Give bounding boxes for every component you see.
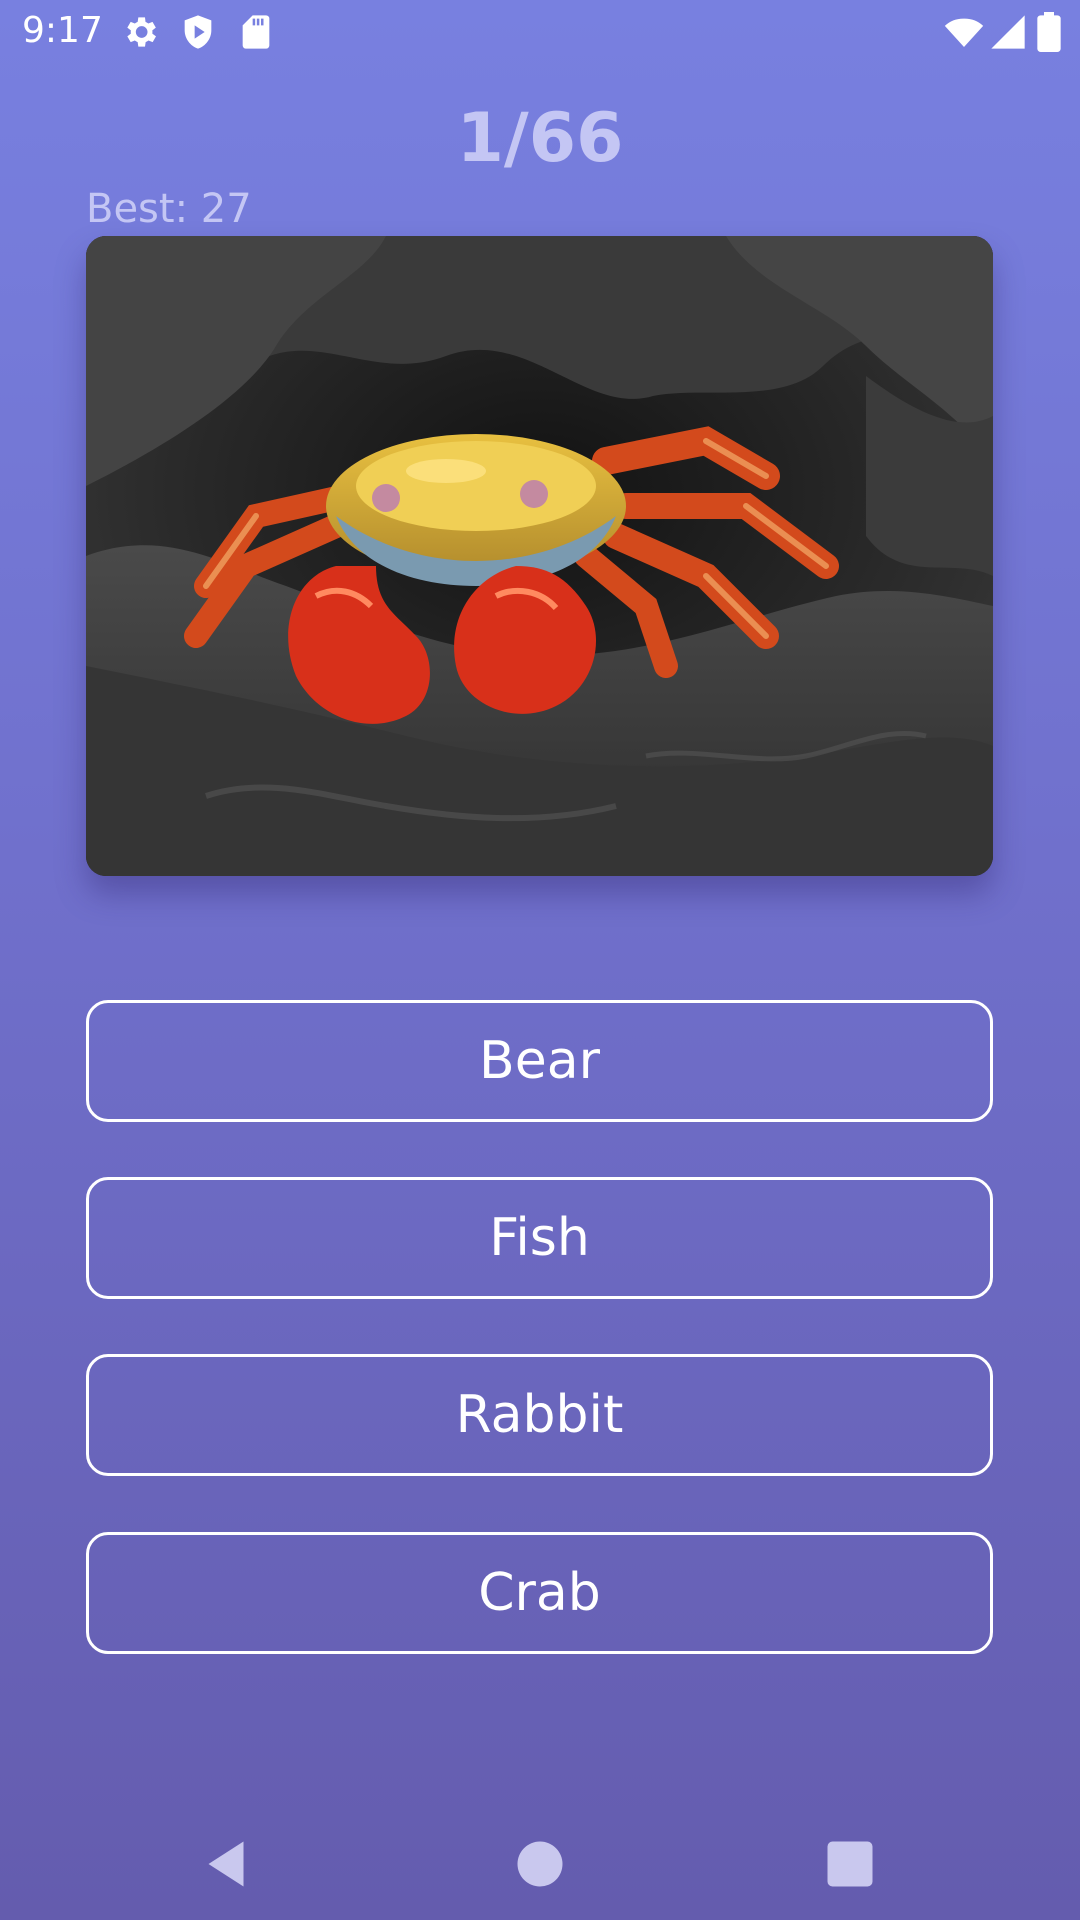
answer-label: Crab <box>478 1563 601 1623</box>
answer-button-crab[interactable]: Crab <box>86 1532 993 1654</box>
best-score-value: 27 <box>200 186 252 232</box>
answer-label: Bear <box>479 1031 600 1091</box>
crab-photo <box>86 236 993 876</box>
answer-label: Fish <box>489 1208 590 1268</box>
question-progress: 1/66 <box>456 99 624 178</box>
animal-photo <box>86 236 993 876</box>
answer-button-rabbit[interactable]: Rabbit <box>86 1354 993 1476</box>
recents-icon[interactable] <box>820 1834 880 1894</box>
status-time: 9:17 <box>22 10 103 51</box>
settings-gear-icon <box>127 17 156 47</box>
status-bar: 9:17 <box>0 0 1080 62</box>
answer-button-fish[interactable]: Fish <box>86 1177 993 1299</box>
battery-icon <box>1037 12 1061 52</box>
answer-label: Rabbit <box>455 1385 624 1445</box>
navigation-bar <box>0 1812 1080 1920</box>
sd-card-icon <box>242 15 270 49</box>
cellular-signal-icon <box>991 15 1025 49</box>
play-shield-icon <box>184 15 212 49</box>
back-icon[interactable] <box>196 1834 256 1894</box>
best-score: Best: 27 <box>86 184 252 234</box>
best-score-label: Best: <box>86 186 189 232</box>
answer-button-bear[interactable]: Bear <box>86 1000 993 1122</box>
home-icon[interactable] <box>510 1834 570 1894</box>
wifi-icon <box>944 18 984 47</box>
